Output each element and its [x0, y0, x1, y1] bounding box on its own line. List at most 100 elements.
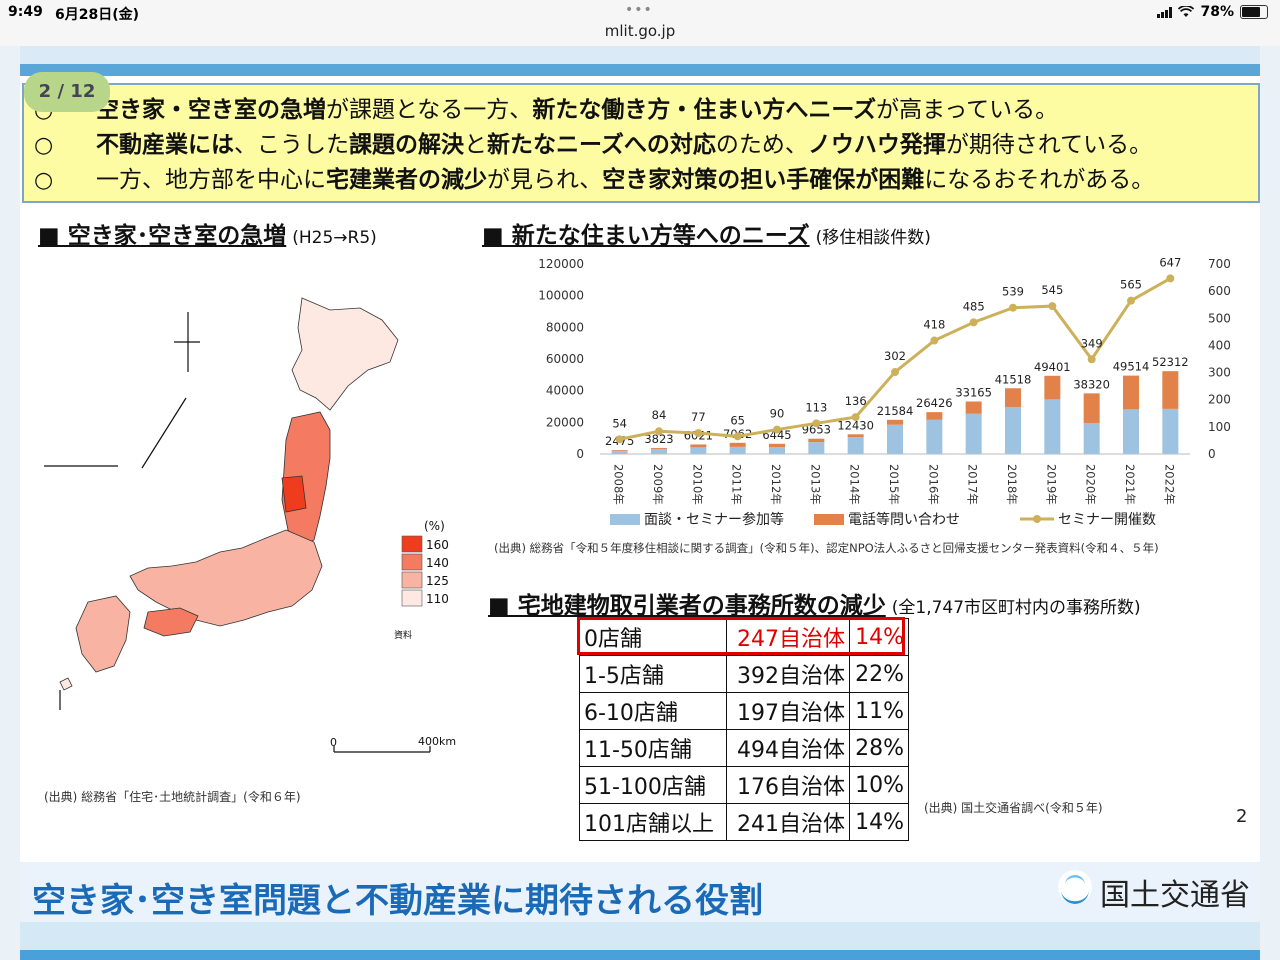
table-cell-pct: 28%	[849, 729, 909, 767]
bullet-text: が見られ、	[487, 167, 603, 193]
x-tick-label: 2015年	[887, 464, 901, 505]
table-cell-pct: 22%	[849, 655, 909, 693]
signal-icon	[1157, 6, 1173, 18]
x-tick-label: 2010年	[690, 464, 704, 505]
battery-icon	[1240, 5, 1268, 19]
table-cell-count: 176自治体	[726, 766, 850, 804]
y2-tick-label: 400	[1208, 338, 1231, 352]
clock: 9:49	[8, 4, 43, 20]
x-tick-label: 2008年	[612, 464, 626, 505]
map-yamagata	[281, 475, 307, 513]
battery-percent: 78%	[1200, 4, 1234, 20]
map-legend-swatch	[401, 535, 423, 553]
legend-swatch-in-person	[610, 514, 640, 525]
line-value-label: 84	[652, 408, 667, 422]
bar-in-person	[1005, 406, 1021, 454]
needs-section-title: ■ 新たな住まい方等へのニーズ (移住相談件数)	[482, 223, 931, 249]
line-value-label: 77	[691, 410, 706, 424]
highlight-frame	[577, 617, 905, 655]
bar-phone	[1044, 375, 1061, 400]
bullet-text: のため、	[715, 132, 808, 158]
table-cell-pct: 11%	[849, 692, 909, 730]
x-tick-label: 2016年	[926, 464, 940, 505]
summary-bullet: ○ 不動産業には、こうした課題の解決と新たなニーズへの対応のため、ノウハウ発揮が期…	[34, 125, 1152, 159]
bullet-emphasis: 宅建業者の減少	[326, 167, 487, 193]
bar-in-person	[1044, 399, 1061, 454]
japan-vacancy-map: (%) 160 140 125 110 資料 0 400km	[44, 297, 456, 753]
x-tick-label: 2013年	[808, 464, 822, 505]
bar-in-person	[926, 419, 943, 454]
line-value-label: 113	[805, 400, 827, 414]
line-value-label: 545	[1041, 283, 1063, 297]
line-value-label: 418	[923, 318, 945, 332]
line-point	[1087, 355, 1096, 364]
address-bar[interactable]: mlit.go.jp	[0, 22, 1280, 40]
bar-phone	[847, 434, 864, 438]
more-dots-icon[interactable]: •••	[625, 2, 653, 18]
line-value-label: 65	[730, 413, 745, 427]
legend-label: 電話等問い合わせ	[848, 511, 960, 528]
y-tick-label: 0	[576, 447, 584, 461]
bar-phone	[611, 450, 628, 451]
x-tick-label: 2022年	[1162, 464, 1176, 505]
map-kyushu	[75, 595, 131, 673]
summary-bullet: ○ 一方、地方部を中心に宅建業者の減少が見られ、空き家対策の担い手確保が困難になる…	[34, 160, 1154, 194]
line-value-label: 349	[1081, 336, 1103, 350]
line-point	[1009, 303, 1017, 312]
y2-tick-label: 100	[1208, 420, 1231, 434]
page-number: 2	[1236, 806, 1248, 827]
bar-in-person	[611, 450, 628, 454]
line-value-label: 647	[1159, 255, 1181, 269]
table-row: 51-100店舗 176自治体 10%	[579, 766, 909, 804]
map-legend-label: 110	[426, 592, 449, 606]
bar-total-label: 41518	[995, 372, 1032, 386]
table-cell-count: 241自治体	[726, 803, 850, 841]
bullet-text: が高まっている。	[876, 97, 1059, 123]
bullet-text: が期待されている。	[945, 132, 1153, 158]
line-value-label: 90	[770, 407, 785, 421]
bar-phone	[965, 401, 982, 414]
date: 6月28日(金)	[55, 7, 140, 23]
y-tick-label: 100000	[538, 289, 584, 303]
line-point	[1166, 274, 1175, 283]
bar-phone	[1123, 375, 1139, 410]
map-legend-label: 160	[426, 538, 449, 552]
bullet-text: が課題となる一方、	[326, 97, 533, 123]
page-indicator: 2 / 12	[24, 72, 110, 112]
bar-total-label: 21584	[877, 404, 914, 418]
x-tick-label: 2019年	[1044, 464, 1058, 505]
bar-total-label: 49401	[1034, 360, 1071, 374]
table-row: 1-5店舗 392自治体 22%	[579, 655, 909, 693]
x-tick-label: 2021年	[1123, 464, 1137, 505]
map-scale-zero: 0	[330, 736, 337, 749]
summary-bullet: ○空き家・空き室の急増が課題となる一方、新たな働き方・住まい方へニーズが高まって…	[34, 90, 1058, 124]
line-value-label: 54	[612, 416, 627, 430]
bar-phone	[1162, 371, 1179, 409]
legend-point-seminars	[1033, 515, 1041, 523]
map-hokkaido	[291, 297, 399, 411]
bar-phone	[769, 443, 785, 448]
slide-title: 空き家･空き室問題と不動産業に期待される役割	[32, 881, 763, 921]
bar-phone	[1005, 388, 1021, 407]
x-tick-label: 2009年	[651, 464, 665, 505]
status-bar: 9:49 6月28日(金) ••• mlit.go.jp 78%	[0, 0, 1280, 46]
line-value-label: 539	[1002, 285, 1024, 299]
bar-in-person	[729, 446, 746, 454]
table-cell-count: 494自治体	[726, 729, 850, 767]
bar-in-person	[847, 437, 864, 454]
legend-label: 面談・セミナー参加等	[644, 511, 784, 528]
offices-section-title: ■ 宅地建物取引業者の事務所数の減少 (全1,747市区町村内の事務所数)	[488, 593, 1141, 619]
system-indicators: 78%	[1157, 4, 1268, 20]
y-tick-label: 40000	[546, 384, 584, 398]
legend-label: セミナー開催数	[1058, 512, 1156, 528]
line-point	[891, 368, 899, 377]
y2-tick-label: 600	[1208, 284, 1231, 298]
map-legend-label: 140	[426, 556, 449, 570]
line-point	[694, 429, 703, 438]
map-legend-title: (%)	[424, 519, 445, 533]
footer-bar	[20, 922, 1260, 952]
legend-swatch-phone	[814, 514, 844, 525]
bullet-emphasis: 空き家・空き室の急増	[96, 97, 326, 123]
bar-total-label: 49514	[1113, 360, 1150, 374]
bar-total-label: 52312	[1152, 355, 1189, 369]
